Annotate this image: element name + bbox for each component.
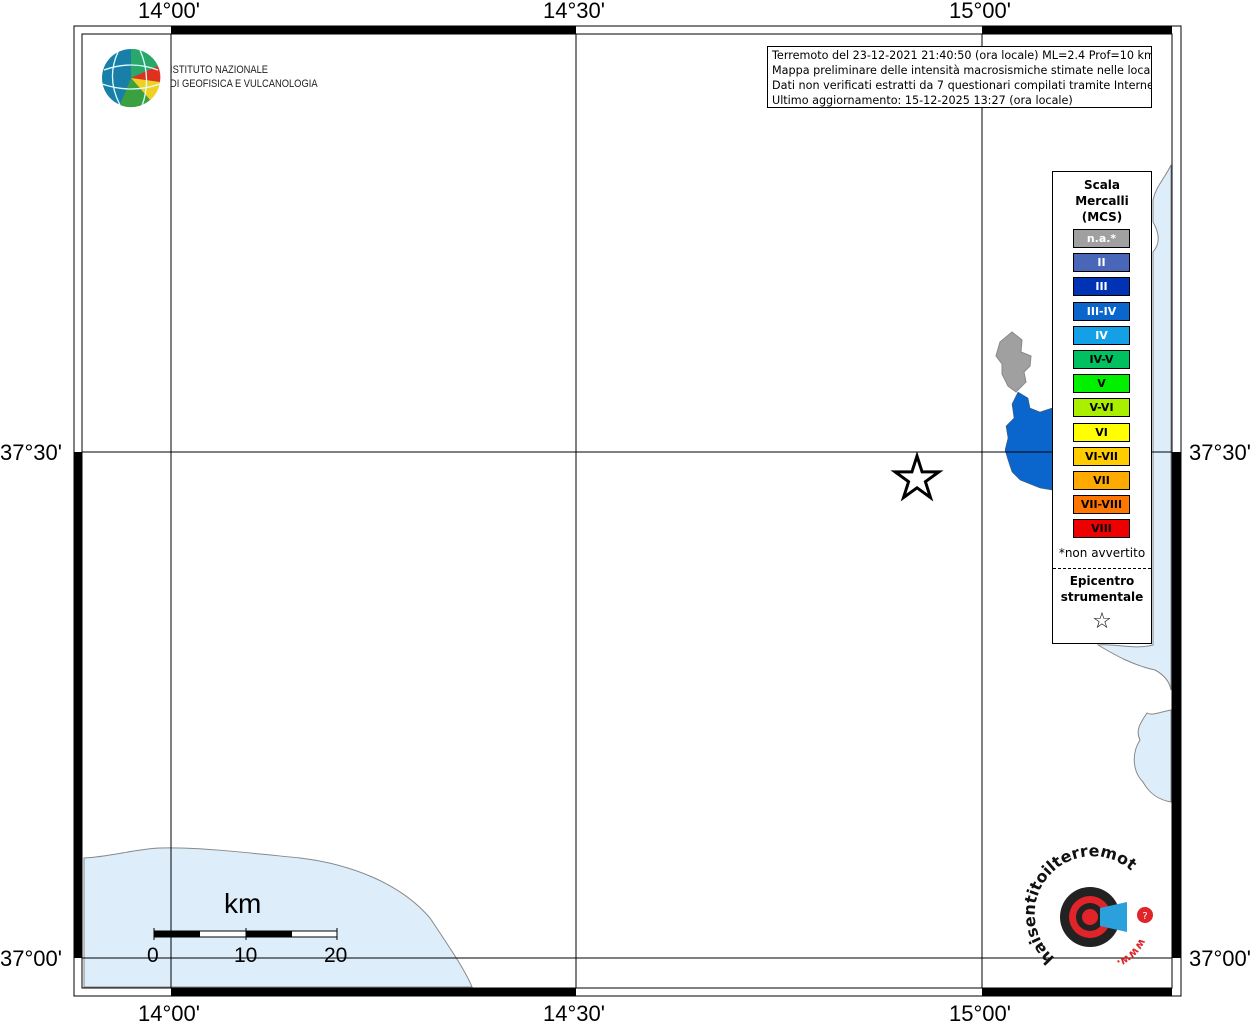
badge-prefix: www. — [1115, 936, 1149, 970]
scale-label-20: 20 — [324, 944, 348, 967]
legend-note: *non avvertito — [1058, 546, 1146, 560]
lat-label-right-2: 37°00' — [1189, 946, 1251, 971]
lat-label-right-1: 37°30' — [1189, 440, 1251, 465]
legend-title: Scala Mercalli (MCS) — [1053, 177, 1151, 225]
map-frame — [73, 25, 1182, 997]
event-info-box: Terremoto del 23-12-2021 21:40:50 (ora l… — [767, 46, 1152, 108]
lon-label-top-1: 14°00' — [138, 0, 200, 23]
sea-east-lower — [1133, 709, 1172, 803]
legend-separator — [1053, 568, 1151, 569]
legend-swatch: IV-V — [1073, 350, 1130, 369]
legend-swatch: IV — [1073, 325, 1130, 345]
legend-star-icon: ☆ — [1092, 609, 1112, 634]
scale-unit: km — [224, 888, 262, 919]
legend-swatch: III — [1073, 277, 1130, 297]
legend-title-line2: Mercalli — [1075, 194, 1129, 208]
area-intensity-iii-iv — [1004, 391, 1053, 491]
legend-swatch: VII-VIII — [1073, 495, 1130, 515]
svg-text:?: ? — [1142, 911, 1147, 922]
scale-label-10: 10 — [234, 944, 258, 967]
legend-swatch: V-VI — [1073, 398, 1130, 418]
epicenter-star-icon — [890, 451, 944, 502]
legend-swatch: VII — [1073, 471, 1130, 490]
ingv-logo-line1: ISTITUTO NAZIONALE — [170, 64, 269, 76]
lon-label-bottom-2: 14°30' — [543, 1001, 605, 1026]
ingv-logo-icon — [101, 48, 161, 108]
legend-swatch: VI — [1073, 422, 1130, 442]
legend-epicenter-line2: strumentale — [1060, 590, 1144, 604]
legend-swatch: VI-VII — [1073, 446, 1130, 466]
lon-label-bottom-3: 15°00' — [949, 1001, 1011, 1026]
legend-swatch: III-IV — [1073, 301, 1130, 321]
legend-epicenter-line1: Epicentro — [1069, 574, 1135, 588]
legend-title-line3: (MCS) — [1081, 210, 1123, 224]
lat-label-left-2: 37°00' — [0, 946, 62, 971]
event-info-line4: Ultimo aggiornamento: 15-12-2025 13:27 (… — [772, 94, 1073, 107]
legend-title-line1: Scala — [1083, 178, 1121, 192]
legend-swatch: V — [1073, 374, 1130, 394]
event-info-line1: Terremoto del 23-12-2021 21:40:50 (ora l… — [772, 49, 1152, 62]
ingv-logo-line2: DI GEOFISICA E VULCANOLOGIA — [170, 78, 318, 90]
ingv-logo-text: ISTITUTO NAZIONALE DI GEOFISICA E VULCAN… — [170, 63, 318, 91]
sea-south — [83, 847, 473, 988]
scale-label-0: 0 — [147, 944, 159, 967]
event-info-line3: Dati non verificati estratti da 7 questi… — [772, 79, 1152, 92]
mcs-legend: Scala Mercalli (MCS) n.a.* II III III-IV IV I… — [1052, 171, 1152, 644]
svg-text:www.: www. — [1115, 936, 1149, 970]
legend-swatch: n.a.* — [1073, 229, 1130, 248]
legend-swatch: VIII — [1073, 519, 1130, 539]
lon-label-bottom-1: 14°00' — [138, 1001, 200, 1026]
event-info-line2: Mappa preliminare delle intensità macros… — [772, 64, 1152, 77]
lon-label-top-3: 15°00' — [949, 0, 1011, 23]
lat-label-left-1: 37°30' — [0, 440, 62, 465]
lon-label-top-2: 14°30' — [543, 0, 605, 23]
legend-epicenter-label: Epicentro strumentale — [1053, 573, 1151, 605]
legend-swatch: II — [1073, 253, 1130, 273]
area-na-grey — [995, 331, 1032, 393]
graticule — [82, 34, 1172, 988]
